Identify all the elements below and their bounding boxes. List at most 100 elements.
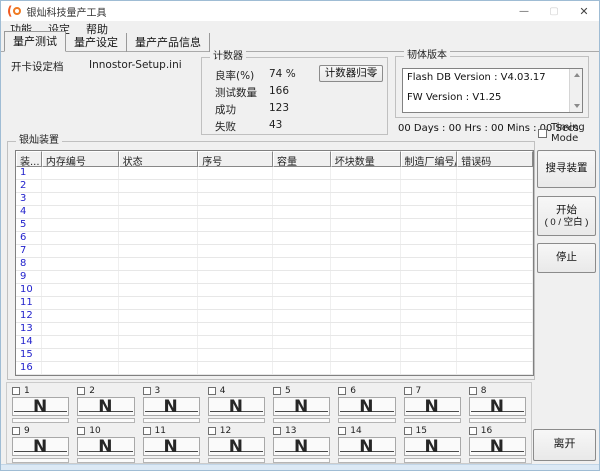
close-button[interactable]: ✕ xyxy=(569,1,599,21)
checkbox-icon[interactable] xyxy=(404,427,412,435)
checkbox-icon[interactable] xyxy=(273,427,281,435)
timing-mode-checkbox[interactable]: Timing Mode xyxy=(538,122,599,144)
port-checkbox-15[interactable]: 15 xyxy=(404,425,461,436)
table-cell xyxy=(331,323,401,335)
port-checkbox-13[interactable]: 13 xyxy=(273,425,330,436)
port-number: 14 xyxy=(350,426,361,436)
port-checkbox-4[interactable]: 4 xyxy=(208,385,265,396)
column-header-8[interactable]: 错误码 xyxy=(457,151,533,167)
maximize-button[interactable]: ▢ xyxy=(539,1,569,21)
start-button[interactable]: 开始 ( 0 / 空白 ) xyxy=(537,196,596,236)
column-header-2[interactable]: 内存编号 xyxy=(42,151,119,167)
port-checkbox-5[interactable]: 5 xyxy=(273,385,330,396)
table-row[interactable]: 14 xyxy=(16,336,533,349)
counter-value: 74 % xyxy=(269,68,296,80)
counter-value: 166 xyxy=(269,85,289,97)
table-row[interactable]: 15 xyxy=(16,349,533,362)
port-checkbox-11[interactable]: 11 xyxy=(143,425,200,436)
counter-group-title: 计数器 xyxy=(210,51,246,63)
port-number: 5 xyxy=(285,386,291,396)
scroll-down-icon[interactable] xyxy=(570,100,583,112)
checkbox-icon[interactable] xyxy=(469,387,477,395)
table-cell xyxy=(401,297,458,309)
checkbox-icon[interactable] xyxy=(404,387,412,395)
port-checkbox-6[interactable]: 6 xyxy=(338,385,395,396)
tab-3[interactable]: 量产产品信息 xyxy=(127,33,210,52)
table-row[interactable]: 9 xyxy=(16,271,533,284)
port-checkbox-9[interactable]: 9 xyxy=(12,425,69,436)
port-status-letter: N xyxy=(405,438,460,456)
exit-button[interactable]: 离开 xyxy=(533,429,596,461)
app-logo-icon: ( xyxy=(7,4,21,18)
minimize-button[interactable]: — xyxy=(509,1,539,21)
checkbox-icon[interactable] xyxy=(338,387,346,395)
port-progress-bar xyxy=(338,418,395,423)
port-checkbox-2[interactable]: 2 xyxy=(77,385,134,396)
port-progress-bar xyxy=(469,418,526,423)
checkbox-icon[interactable] xyxy=(77,427,85,435)
tab-1[interactable]: 量产测试 xyxy=(4,31,66,52)
firmware-scrollbar[interactable] xyxy=(569,69,582,112)
port-status-letter: N xyxy=(144,438,199,456)
port-checkbox-7[interactable]: 7 xyxy=(404,385,461,396)
column-header-5[interactable]: 容量 xyxy=(273,151,331,167)
column-header-1[interactable]: 装... xyxy=(16,151,42,167)
checkbox-icon[interactable] xyxy=(143,427,151,435)
scroll-up-icon[interactable] xyxy=(570,69,583,81)
table-row[interactable]: 10 xyxy=(16,284,533,297)
checkbox-icon[interactable] xyxy=(273,387,281,395)
table-row[interactable]: 3 xyxy=(16,193,533,206)
port-checkbox-14[interactable]: 14 xyxy=(338,425,395,436)
table-row[interactable]: 2 xyxy=(16,180,533,193)
column-header-3[interactable]: 状态 xyxy=(119,151,199,167)
counter-label: 良率(%) xyxy=(215,70,254,82)
table-cell xyxy=(198,206,273,218)
port-checkbox-10[interactable]: 10 xyxy=(77,425,134,436)
table-row[interactable]: 11 xyxy=(16,297,533,310)
table-cell xyxy=(457,232,533,244)
checkbox-icon[interactable] xyxy=(469,427,477,435)
table-row[interactable]: 13 xyxy=(16,323,533,336)
row-number: 8 xyxy=(16,258,42,270)
port-progress-bar xyxy=(404,458,461,463)
checkbox-icon[interactable] xyxy=(208,387,216,395)
column-header-7[interactable]: 制造厂编号/产... xyxy=(401,151,458,167)
column-header-6[interactable]: 坏块数量 xyxy=(331,151,401,167)
table-row[interactable]: 12 xyxy=(16,310,533,323)
port-checkbox-3[interactable]: 3 xyxy=(143,385,200,396)
counter-reset-button[interactable]: 计数器归零 xyxy=(319,65,383,82)
port-checkbox-1[interactable]: 1 xyxy=(12,385,69,396)
table-row[interactable]: 6 xyxy=(16,232,533,245)
port-checkbox-12[interactable]: 12 xyxy=(208,425,265,436)
table-cell xyxy=(42,349,119,361)
window-bottom-border xyxy=(1,464,599,470)
port-slot-5: 5N xyxy=(273,384,330,424)
checkbox-icon[interactable] xyxy=(12,427,20,435)
firmware-listbox[interactable]: Flash DB Version : V4.03.17FW Version : … xyxy=(402,68,583,113)
table-row[interactable]: 5 xyxy=(16,219,533,232)
row-number: 1 xyxy=(16,167,42,179)
table-row[interactable]: 4 xyxy=(16,206,533,219)
table-cell xyxy=(457,297,533,309)
timing-mode-label: Timing Mode xyxy=(551,122,599,144)
table-cell xyxy=(42,258,119,270)
search-devices-button[interactable]: 搜寻装置 xyxy=(537,150,596,188)
port-checkbox-8[interactable]: 8 xyxy=(469,385,526,396)
checkbox-icon[interactable] xyxy=(208,427,216,435)
table-row[interactable]: 16 xyxy=(16,362,533,375)
table-row[interactable]: 1 xyxy=(16,167,533,180)
table-cell xyxy=(273,245,331,257)
checkbox-icon[interactable] xyxy=(12,387,20,395)
checkbox-icon[interactable] xyxy=(77,387,85,395)
stop-button[interactable]: 停止 xyxy=(537,243,596,273)
column-header-4[interactable]: 序号 xyxy=(198,151,273,167)
checkbox-icon[interactable] xyxy=(143,387,151,395)
table-row[interactable]: 8 xyxy=(16,258,533,271)
checkbox-icon[interactable] xyxy=(338,427,346,435)
tab-2[interactable]: 量产设定 xyxy=(66,33,127,52)
checkbox-icon[interactable] xyxy=(538,129,547,138)
table-row[interactable]: 7 xyxy=(16,245,533,258)
table-cell xyxy=(198,258,273,270)
table-cell xyxy=(331,180,401,192)
port-checkbox-16[interactable]: 16 xyxy=(469,425,526,436)
